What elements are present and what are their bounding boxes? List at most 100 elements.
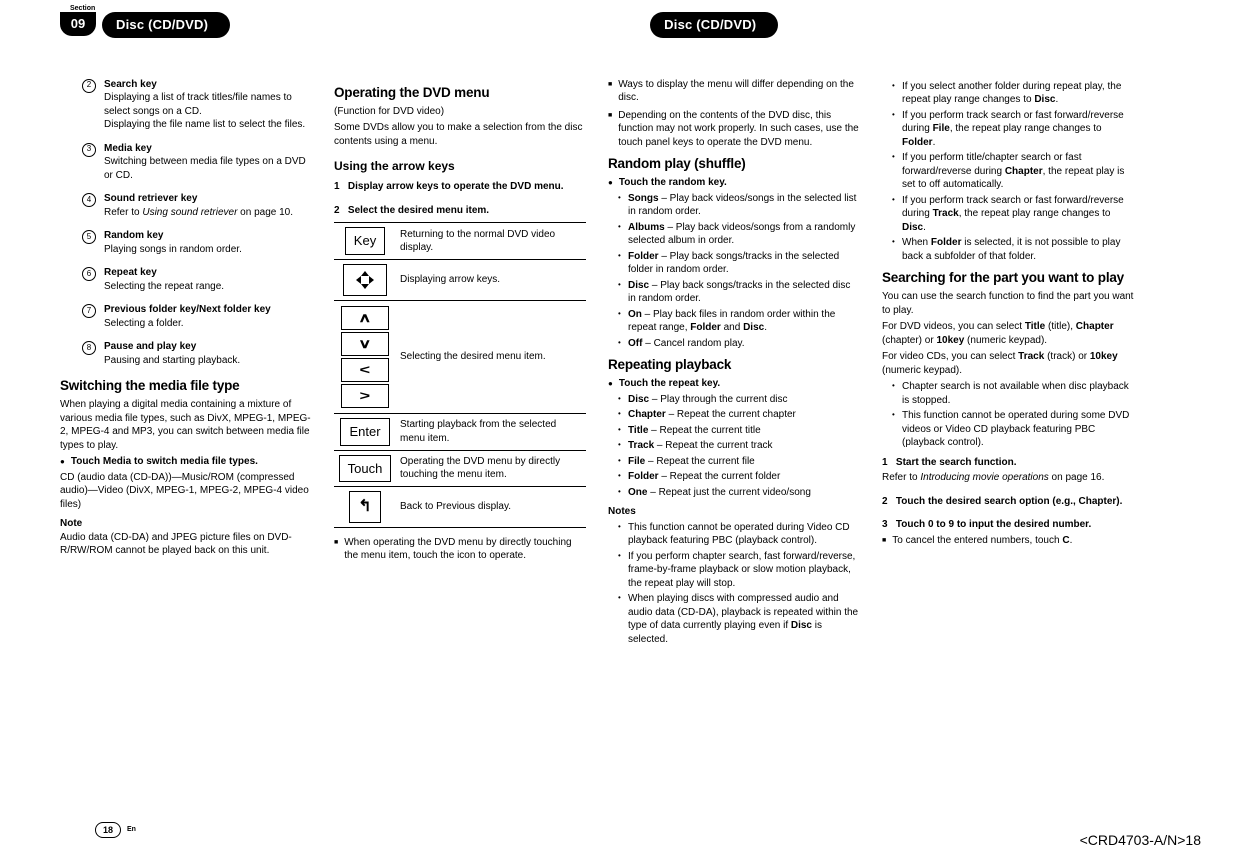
key-title: Repeat key (104, 267, 157, 278)
key-item-4: 4 Sound retriever key Refer to Using soun… (82, 192, 312, 219)
heading-operating-dvd: Operating the DVD menu (334, 84, 586, 102)
lead-text: Touch the repeat key. (619, 377, 720, 391)
note-text: Ways to display the menu will differ dep… (618, 78, 860, 105)
list-item: Songs – Play back videos/songs in the se… (618, 192, 860, 219)
list-item: Off – Cancel random play. (618, 337, 860, 351)
op-subtitle: (Function for DVD video) (334, 105, 586, 119)
circle-5-icon: 5 (82, 230, 96, 244)
heading-repeat: Repeating playback (608, 356, 860, 374)
column-1: 2 Search key Displaying a list of track t… (60, 78, 312, 649)
switch-step-text: Touch Media to switch media file types. (71, 455, 258, 469)
row-desc: Returning to the normal DVD video displa… (396, 223, 586, 260)
circle-3-icon: 3 (82, 143, 96, 157)
content-columns: 2 Search key Displaying a list of track t… (60, 78, 1181, 649)
key-desc: Displaying a list of track titles/file n… (104, 92, 305, 130)
random-lead: Touch the random key. (608, 176, 860, 190)
list-item: This function cannot be operated during … (618, 521, 860, 548)
search-step-3: 3 Touch 0 to 9 to input the desired numb… (882, 518, 1134, 532)
key-button-icon[interactable]: Key (345, 227, 385, 255)
key-item-2: 2 Search key Displaying a list of track t… (82, 78, 312, 132)
key-desc: Switching between media file types on a … (104, 156, 306, 181)
key-desc: on page 10. (237, 207, 293, 218)
key-item-6: 6 Repeat key Selecting the repeat range. (82, 266, 312, 293)
key-desc: Pausing and starting playback. (104, 355, 240, 366)
switch-detail: CD (audio data (CD-DA))—Music/ROM (compr… (60, 471, 312, 512)
enter-button-icon[interactable]: Enter (340, 418, 389, 446)
step-num: 2 (334, 205, 340, 216)
step-2: 2 Select the desired menu item. (334, 204, 586, 218)
note-text: Depending on the contents of the DVD dis… (618, 109, 860, 150)
list-item: Disc – Play back songs/tracks in the sel… (618, 279, 860, 306)
circle-2-icon: 2 (82, 79, 96, 93)
step-1: 1 Display arrow keys to operate the DVD … (334, 180, 586, 194)
list-item: Chapter – Repeat the current chapter (618, 408, 860, 422)
note-text: To cancel the entered numbers, touch C. (892, 534, 1072, 548)
arrow-cluster-icon[interactable] (343, 264, 387, 296)
tab-left: Disc (CD/DVD) (102, 12, 230, 38)
key-title: Search key (104, 79, 157, 90)
list-item: When Folder is selected, it is not possi… (892, 236, 1134, 263)
search-notes: Chapter search is not available when dis… (882, 380, 1134, 450)
row-desc: Back to Previous display. (396, 487, 586, 528)
list-item: On – Play back files in random order wit… (618, 308, 860, 335)
list-item: Chapter search is not available when dis… (892, 380, 1134, 407)
ref-italic: Using sound retriever (142, 207, 237, 218)
row-desc: Starting playback from the selected menu… (396, 414, 586, 451)
section-number: 09 (60, 12, 96, 36)
row-desc: Displaying arrow keys. (396, 260, 586, 301)
note-text: When operating the DVD menu by directly … (344, 536, 586, 563)
tab-right: Disc (CD/DVD) (650, 12, 778, 38)
note-body: Audio data (CD-DA) and JPEG picture file… (60, 531, 312, 558)
touch-button-icon[interactable]: Touch (339, 455, 392, 483)
lang-label: En (127, 825, 136, 834)
list-item: When playing discs with compressed audio… (618, 592, 860, 646)
page-footer: 18 En (95, 822, 136, 838)
key-title: Pause and play key (104, 341, 196, 352)
key-desc: Refer to (104, 207, 142, 218)
repeat-list: Disc – Play through the current disc Cha… (608, 393, 860, 500)
column-3: Ways to display the menu will differ dep… (608, 78, 860, 649)
square-note: Depending on the contents of the DVD dis… (608, 109, 860, 150)
step-text: Display arrow keys to operate the DVD me… (348, 181, 564, 192)
key-desc: Playing songs in random order. (104, 244, 242, 255)
heading-random: Random play (shuffle) (608, 155, 860, 173)
key-desc: Selecting the repeat range. (104, 281, 224, 292)
row-desc: Selecting the desired menu item. (396, 301, 586, 414)
circle-6-icon: 6 (82, 267, 96, 281)
key-desc: Selecting a folder. (104, 318, 184, 329)
heading-searching: Searching for the part you want to play (882, 269, 1134, 287)
lead-text: Touch the random key. (619, 176, 727, 190)
chevron-up-icon[interactable]: ∧ (341, 306, 389, 330)
chevron-left-icon[interactable]: < (341, 358, 389, 382)
square-note: Ways to display the menu will differ dep… (608, 78, 860, 105)
list-item: Title – Repeat the current title (618, 424, 860, 438)
section-label: Section (70, 4, 95, 13)
list-item: This function cannot be operated during … (892, 409, 1134, 450)
key-title: Previous folder key/Next folder key (104, 304, 271, 315)
circle-7-icon: 7 (82, 304, 96, 318)
switch-step: Touch Media to switch media file types. (60, 455, 312, 469)
page-number: 18 (95, 822, 121, 838)
table-row: ∧ ∨ < > Selecting the desired menu item. (334, 301, 586, 414)
chevron-down-icon[interactable]: ∨ (341, 332, 389, 356)
heading-switching: Switching the media file type (60, 377, 312, 395)
key-item-3: 3 Media keySwitching between media file … (82, 142, 312, 183)
circle-4-icon: 4 (82, 193, 96, 207)
key-title: Sound retriever key (104, 193, 197, 204)
header-bar: 09 Disc (CD/DVD) Disc (CD/DVD) (60, 12, 1181, 38)
chevron-right-icon[interactable]: > (341, 384, 389, 408)
step-num: 1 (334, 181, 340, 192)
notes-list: This function cannot be operated during … (608, 521, 860, 647)
back-arrow-icon[interactable]: ↰ (349, 491, 380, 523)
search-p3: For video CDs, you can select Track (tra… (882, 350, 1134, 377)
list-item: If you perform track search or fast forw… (892, 109, 1134, 150)
list-item: Albums – Play back videos/songs from a r… (618, 221, 860, 248)
list-item: File – Repeat the current file (618, 455, 860, 469)
list-item: If you perform track search or fast forw… (892, 194, 1134, 235)
doc-code: <CRD4703-A/N>18 (1080, 831, 1201, 850)
search-step-1: 1 Start the search function. (882, 456, 1134, 470)
table-row: Displaying arrow keys. (334, 260, 586, 301)
repeat-lead: Touch the repeat key. (608, 377, 860, 391)
list-item: Disc – Play through the current disc (618, 393, 860, 407)
search-step-1-ref: Refer to Introducing movie operations on… (882, 471, 1134, 485)
